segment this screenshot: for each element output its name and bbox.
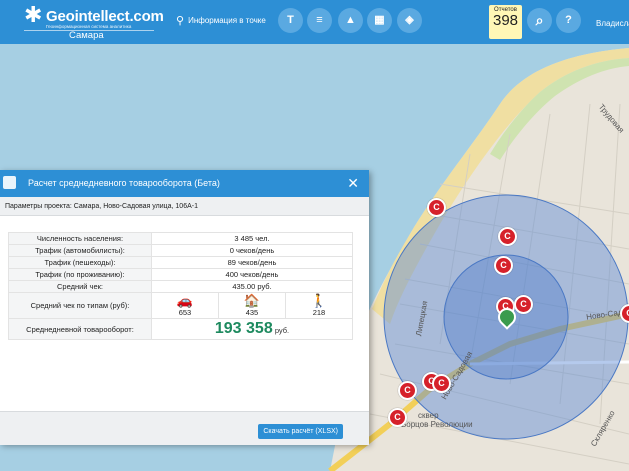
avg-check-home: 🏠 435 — [217, 292, 286, 319]
panel-title: Расчет среднедневного товарооборота (Бет… — [28, 178, 220, 188]
top-bar: ✱ Geointellect.com Геоинформационная сис… — [0, 0, 629, 44]
database-tool-button[interactable]: ≡ — [307, 8, 332, 33]
logo-title: Geointellect.com — [46, 8, 164, 25]
graduation-cap-icon: ▲ — [345, 14, 356, 26]
avg-check-car-value: 653 — [178, 308, 192, 317]
table-row: Численность населения: 3 485 чел. — [8, 232, 353, 245]
avg-check-home-value: 435 — [245, 308, 259, 317]
person-logo-icon: ✱ — [24, 2, 43, 27]
row-label: Трафик (пешеходы): — [8, 256, 152, 269]
competitor-marker[interactable]: C — [494, 256, 513, 275]
avg-check-car: 🚗 653 — [151, 292, 219, 319]
row-value: 435.00 руб. — [151, 280, 353, 293]
calculator-icon — [3, 176, 16, 189]
buildings-tool-button[interactable]: ▦ — [367, 8, 392, 33]
competitor-marker[interactable]: C — [427, 198, 446, 217]
table-row: Средний чек: 435.00 руб. — [8, 280, 353, 293]
database-icon: ≡ — [316, 14, 323, 26]
row-label: Трафик (автомобилисты): — [8, 244, 152, 257]
total-turnover-unit: руб. — [274, 326, 290, 335]
reports-counter[interactable]: Отчетов 398 — [489, 5, 522, 39]
help-icon: ? — [565, 14, 572, 26]
row-value: 89 чеков/день — [151, 256, 353, 269]
project-params: Параметры проекта: Самара, Ново-Садовая … — [0, 197, 369, 216]
avg-check-pedestrian: 🚶 218 — [284, 292, 354, 319]
search-icon: ⌕ — [535, 12, 544, 28]
typography-icon: T — [287, 14, 294, 26]
education-tool-button[interactable]: ▲ — [338, 8, 363, 33]
map-label-bortsov-revolyutsii: Борцов Революции — [401, 420, 473, 429]
table-row: Среднедневной товарооборот: 193 358 руб. — [8, 318, 353, 340]
city-name[interactable]: Самара — [69, 30, 104, 41]
logo[interactable]: ✱ Geointellect.com Геоинформационная сис… — [24, 2, 164, 41]
table-row: Средний чек по типам (руб): 🚗 653 🏠 435 🚶 2… — [8, 292, 354, 319]
competitor-marker[interactable]: C — [388, 408, 407, 427]
user-name[interactable]: Владисла — [596, 19, 629, 28]
stats-table: Численность населения: 3 485 чел. Трафик… — [8, 232, 354, 340]
reports-count: 398 — [492, 12, 519, 29]
competitor-marker[interactable]: C — [498, 227, 517, 246]
car-icon: 🚗 — [176, 293, 194, 308]
total-turnover: 193 358 руб. — [151, 318, 353, 340]
map-label-skver: сквер — [418, 411, 439, 420]
row-value: 0 чеков/день — [151, 244, 353, 257]
turnover-calc-panel: Расчет среднедневного товарооборота (Бет… — [0, 170, 369, 445]
row-label: Трафик (по проживанию): — [8, 268, 152, 281]
logo-subtitle: Геоинформационная система аналитика — [46, 24, 132, 29]
table-row: Трафик (по проживанию): 400 чеков/день — [8, 268, 353, 281]
row-value: 400 чеков/день — [151, 268, 353, 281]
row-label: Численность населения: — [8, 232, 152, 245]
row-label: Средний чек по типам (руб): — [8, 292, 152, 319]
close-icon[interactable]: ✕ — [347, 175, 359, 192]
table-row: Трафик (автомобилисты): 0 чеков/день — [8, 244, 353, 257]
competitor-marker[interactable]: C — [432, 374, 451, 393]
panel-footer: Скачать расчёт (XLSX) — [0, 411, 369, 445]
point-info-label: Информация в точке — [188, 16, 266, 25]
map-pin-icon: ⚲ — [176, 15, 185, 27]
search-button[interactable]: ⌕ — [527, 8, 552, 33]
point-info-selector[interactable]: ⚲ Информация в точке ▼ — [176, 14, 293, 27]
row-label: Средний чек: — [8, 280, 152, 293]
layers-icon: ◈ — [405, 14, 414, 26]
row-label: Среднедневной товарооборот: — [8, 318, 152, 340]
layers-tool-button[interactable]: ◈ — [397, 8, 422, 33]
competitor-marker[interactable]: C — [514, 295, 533, 314]
typography-tool-button[interactable]: T — [278, 8, 303, 33]
panel-header: Расчет среднедневного товарооборота (Бет… — [0, 170, 369, 197]
buildings-icon: ▦ — [374, 14, 385, 26]
row-value: 3 485 чел. — [151, 232, 353, 245]
pedestrian-icon: 🚶 — [310, 293, 328, 308]
competitor-marker[interactable]: C — [398, 381, 417, 400]
total-turnover-value: 193 358 — [214, 320, 273, 337]
download-xlsx-button[interactable]: Скачать расчёт (XLSX) — [258, 424, 343, 439]
house-icon: 🏠 — [243, 293, 261, 308]
table-row: Трафик (пешеходы): 89 чеков/день — [8, 256, 353, 269]
help-button[interactable]: ? — [556, 8, 581, 33]
avg-check-pedestrian-value: 218 — [312, 308, 326, 317]
